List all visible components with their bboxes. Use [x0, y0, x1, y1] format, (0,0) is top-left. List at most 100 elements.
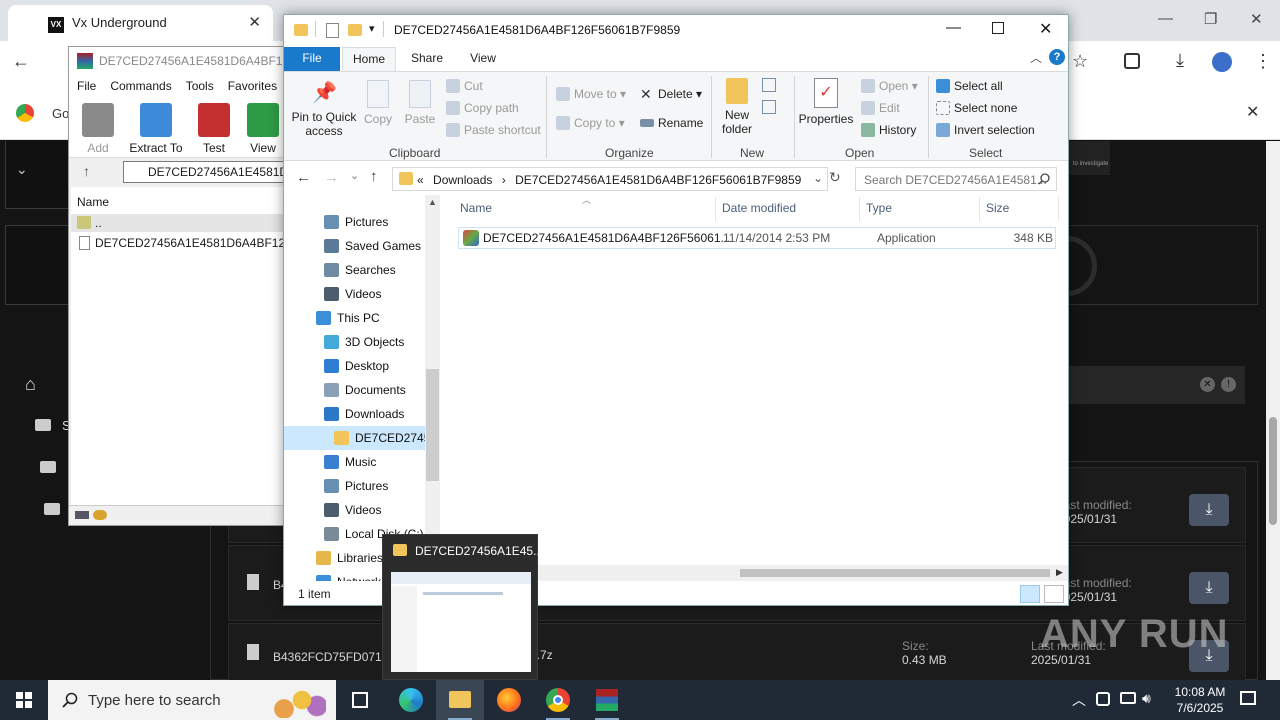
navigation-scrollbar[interactable]: ▲ — [425, 195, 440, 565]
profile-avatar[interactable] — [1212, 52, 1232, 72]
address-part-downloads[interactable]: Downloads — [433, 173, 492, 187]
column-name[interactable]: Name — [460, 201, 492, 221]
extensions-icon[interactable] — [1124, 53, 1140, 69]
forward-icon[interactable]: → — [324, 169, 339, 186]
search-field[interactable]: Search DE7CED27456A1E4581... — [855, 167, 1057, 191]
folder-icon[interactable] — [35, 419, 51, 431]
tab-view[interactable]: View — [458, 47, 508, 71]
close-tab-icon[interactable]: ✕ — [248, 13, 261, 31]
chevron-down-icon[interactable]: ⌄ — [16, 161, 28, 178]
history-button[interactable]: History — [859, 120, 916, 140]
firefox-button[interactable] — [485, 680, 533, 720]
tab-share[interactable]: Share — [402, 47, 452, 71]
rename-button[interactable]: Rename — [638, 113, 703, 133]
delete-button[interactable]: ✕ Delete ▾ — [638, 84, 702, 104]
taskbar-search[interactable]: Type here to search — [48, 680, 336, 720]
winrar-button[interactable] — [583, 680, 631, 720]
nav-item[interactable]: Downloads — [284, 402, 425, 426]
nav-item[interactable]: 3D Objects — [284, 330, 425, 354]
column-type[interactable]: Type — [866, 201, 892, 221]
task-view-button[interactable] — [336, 680, 384, 720]
maximize-icon[interactable] — [992, 22, 1004, 34]
new-item-icon[interactable] — [762, 78, 776, 92]
address-field[interactable]: « Downloads › DE7CED27456A1E4581D6A4BF12… — [392, 167, 828, 191]
clock[interactable]: 10:08 AM 7/6/2025 — [1160, 684, 1240, 716]
home-icon[interactable]: ⌂ — [25, 374, 36, 395]
security-icon[interactable] — [1096, 692, 1110, 706]
scroll-up-icon[interactable]: ▲ — [428, 197, 437, 207]
nav-item[interactable]: Videos — [284, 498, 425, 522]
folder-icon[interactable] — [40, 461, 56, 473]
download-file-button[interactable]: ⤓ — [1189, 494, 1229, 526]
address-overflow[interactable]: « — [417, 173, 424, 187]
address-part-folder[interactable]: DE7CED27456A1E4581D6A4BF126F56061B7F9859 — [515, 173, 801, 187]
info-icon[interactable]: ! — [1221, 377, 1236, 392]
menu-file[interactable]: File — [77, 79, 96, 93]
copy-to-button[interactable]: Copy to ▾ — [554, 113, 625, 133]
notifications-icon[interactable] — [1240, 691, 1256, 705]
network-icon[interactable] — [1120, 692, 1136, 704]
paste-shortcut-button[interactable]: Paste shortcut — [444, 120, 541, 140]
nav-item[interactable]: Documents — [284, 378, 425, 402]
properties-qa-icon[interactable] — [326, 23, 339, 38]
folder-icon[interactable] — [44, 503, 60, 515]
invert-selection-button[interactable]: Invert selection — [934, 120, 1035, 140]
nav-item[interactable]: DE7CED27456 — [284, 426, 425, 450]
back-icon[interactable]: ← — [296, 169, 311, 186]
taskbar-thumbnail-preview[interactable]: DE7CED27456A1E45... — [382, 534, 543, 680]
list-item[interactable]: DE7CED27456A1E4581D6A4BF126F5 — [71, 234, 287, 252]
menu-tools[interactable]: Tools — [186, 79, 214, 93]
file-row[interactable]: DE7CED27456A1E4581D6A4BF126F56061... 11/… — [458, 227, 1056, 249]
infobar-close-icon[interactable]: ✕ — [1246, 102, 1259, 122]
help-icon[interactable]: ? — [1049, 49, 1065, 65]
close-window-icon[interactable]: ✕ — [1250, 10, 1263, 28]
browser-tab[interactable]: VX Vx Underground ✕ — [8, 5, 273, 41]
edit-button[interactable]: Edit — [859, 98, 900, 118]
qa-dropdown-icon[interactable]: ▾ — [369, 22, 375, 35]
new-folder-qa-icon[interactable] — [348, 24, 362, 36]
page-scrollbar[interactable] — [1266, 141, 1280, 680]
nav-item[interactable]: This PC — [284, 306, 425, 330]
column-size[interactable]: Size — [986, 201, 1009, 221]
new-folder-button[interactable]: New folder — [716, 78, 758, 136]
menu-favorites[interactable]: Favorites — [228, 79, 277, 93]
file-explorer-button[interactable] — [436, 680, 484, 720]
preview-thumbnail[interactable] — [391, 572, 531, 672]
refresh-icon[interactable]: ↻ — [829, 169, 841, 186]
list-item[interactable]: .. — [71, 214, 287, 232]
nav-item[interactable]: Desktop — [284, 354, 425, 378]
download-file-button[interactable]: ⤓ — [1189, 572, 1229, 604]
easy-access-icon[interactable] — [762, 100, 776, 114]
properties-button[interactable]: ✓ Properties — [798, 78, 854, 126]
scroll-right-icon[interactable]: ▶ — [1056, 567, 1063, 578]
nav-item[interactable]: Videos — [284, 282, 425, 306]
select-none-button[interactable]: Select none — [934, 98, 1017, 118]
winrar-path-field[interactable]: DE7CED27456A1E4581D6A — [123, 161, 289, 183]
test-button[interactable]: Test — [185, 97, 243, 157]
add-button[interactable]: Add — [69, 97, 127, 157]
details-view-icon[interactable] — [1020, 585, 1040, 603]
menu-commands[interactable]: Commands — [110, 79, 171, 93]
clear-icon[interactable]: ✕ — [1200, 377, 1215, 392]
recent-dropdown-icon[interactable]: ⌄ — [350, 169, 359, 182]
select-all-button[interactable]: Select all — [934, 76, 1003, 96]
minimize-icon[interactable]: — — [946, 19, 961, 36]
nav-item[interactable]: Pictures — [284, 210, 425, 234]
large-icons-view-icon[interactable] — [1044, 585, 1064, 603]
minimize-icon[interactable]: — — [1158, 10, 1173, 27]
download-icon[interactable]: ⤓ — [1176, 50, 1184, 71]
pin-quick-access-button[interactable]: 📌 Pin to Quick access — [290, 80, 358, 138]
address-dropdown-icon[interactable]: ⌄ — [813, 171, 823, 185]
menu-icon[interactable]: ⋮ — [1254, 51, 1272, 72]
paste-button[interactable]: Paste — [402, 80, 438, 126]
chrome-button[interactable] — [534, 680, 582, 720]
nav-item[interactable]: Searches — [284, 258, 425, 282]
view-button[interactable]: View — [243, 97, 283, 157]
open-button[interactable]: Open ▾ — [859, 76, 918, 96]
copy-path-button[interactable]: Copy path — [444, 98, 519, 118]
restore-icon[interactable]: ❐ — [1204, 10, 1217, 28]
nav-item[interactable]: Pictures — [284, 474, 425, 498]
back-icon[interactable]: ← — [12, 51, 30, 72]
tab-home[interactable]: Home — [342, 47, 396, 72]
tab-file[interactable]: File — [284, 47, 340, 71]
